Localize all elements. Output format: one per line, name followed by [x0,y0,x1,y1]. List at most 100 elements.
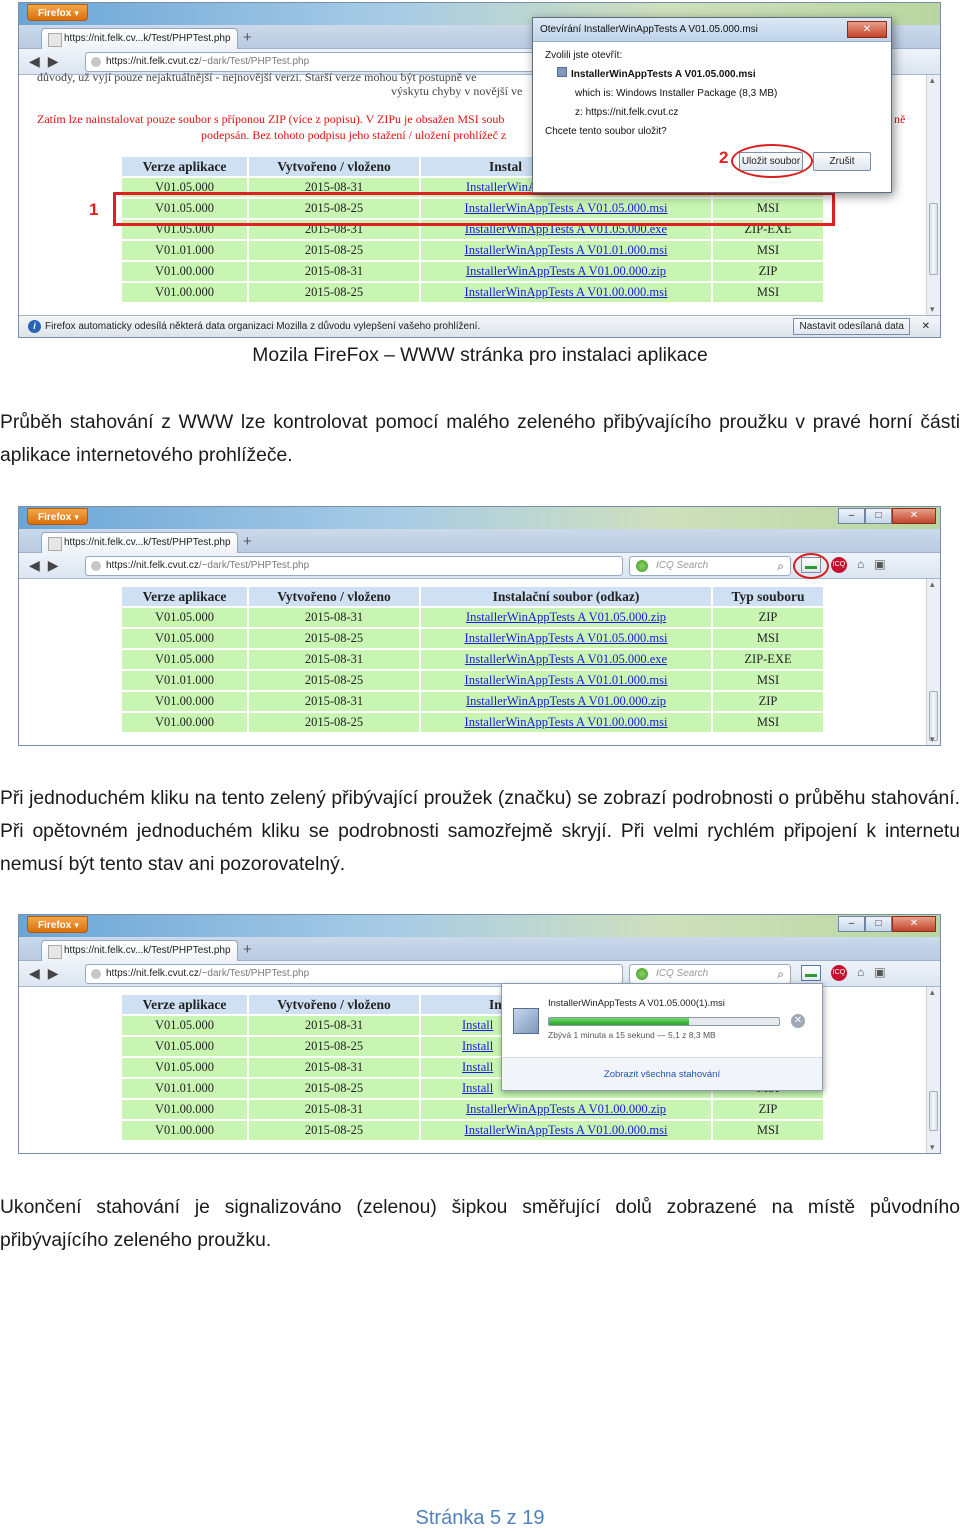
cell-date: 2015-08-25 [249,1121,419,1140]
paragraph-1: Průběh stahování z WWW lze kontrolovat p… [0,406,960,472]
close-icon[interactable]: ✕ [922,316,930,337]
col-installer: Instalační soubor (odkaz) [421,587,711,606]
firefox-menu-button[interactable]: Firefox [27,4,88,21]
download-filename: InstallerWinAppTests A V01.05.000(1).msi [548,998,725,1009]
icq-icon[interactable]: ICQ [831,965,847,981]
col-created: Vytvořeno / vloženo [249,995,419,1014]
new-tab-button[interactable]: + [243,30,252,46]
back-forward-icon[interactable]: ◀▶ [29,557,67,574]
page-number: Stránka 5 z 19 [415,1507,545,1529]
cell-version: V01.05.000 [122,629,247,648]
dialog-from-value: https://nit.felk.cvut.cz [585,107,679,118]
cell-version: V01.05.000 [122,608,247,627]
title-bar: Firefox – □ ✕ [19,915,940,937]
minimize-icon[interactable]: – [838,916,865,932]
download-panel: InstallerWinAppTests A V01.05.000(1).msi… [501,983,823,1091]
tab-phptest[interactable]: https://nit.felk.cv...k/Test/PHPTest.php [41,532,238,553]
scroll-thumb[interactable] [929,203,938,275]
notification-text: Firefox automaticky odesílá některá data… [45,321,481,332]
new-tab-button[interactable]: + [243,942,252,958]
msi-file-icon [557,67,567,77]
col-created: Vytvořeno / vloženo [249,157,419,176]
cell-type: MSI [713,1121,823,1140]
scrollbar[interactable] [926,987,940,1153]
cell-date: 2015-08-31 [249,650,419,669]
cell-version: V01.05.000 [122,650,247,669]
paragraph-1-text: Průběh stahování z WWW lze kontrolovat p… [0,412,960,466]
cell-type: MSI [713,671,823,690]
cell-date: 2015-08-25 [249,1037,419,1056]
col-version: Verze aplikace [122,995,247,1014]
minimize-icon[interactable]: – [838,508,865,524]
installer-link[interactable]: InstallerWinAppTests A V01.00.000.msi [421,283,711,302]
close-icon[interactable]: ✕ [847,21,887,38]
installer-link[interactable]: InstallerWinAppTests A V01.01.000.msi [421,671,711,690]
cell-date: 2015-08-31 [249,1058,419,1077]
installer-link[interactable]: InstallerWinAppTests A V01.05.000.exe [421,650,711,669]
installer-link[interactable]: InstallerWinAppTests A V01.00.000.zip [421,1100,711,1119]
back-forward-icon[interactable]: ◀▶ [29,965,67,982]
annotation-label-1: 1 [89,200,99,219]
cell-date: 2015-08-25 [249,241,419,260]
cell-version: V01.01.000 [122,1079,247,1098]
icq-icon[interactable]: ICQ [831,557,847,573]
url-bar[interactable]: https://nit.felk.cvut.cz/~dark/Test/PHPT… [85,964,623,984]
home-icon[interactable]: ⌂ [857,965,864,981]
dialog-from: z: https://nit.felk.cvut.cz [545,103,879,122]
page-note-2: výskytu chyby v novější ve [391,84,523,98]
cell-type: ZIP-EXE [713,650,823,669]
maximize-icon[interactable]: □ [865,916,892,932]
close-icon[interactable]: ✕ [892,508,936,524]
browser-screenshot-2: Firefox – □ ✕ https://nit.felk.cv...k/Te… [18,506,941,746]
home-icon[interactable]: ⌂ [857,557,864,573]
url-bar[interactable]: https://nit.felk.cvut.cz/~dark/Test/PHPT… [85,556,623,576]
scrollbar[interactable] [926,75,940,315]
installer-link[interactable]: InstallerWinAppTests A V01.00.000.zip [421,262,711,281]
firefox-menu-button[interactable]: Firefox [27,508,88,525]
cell-type: ZIP [713,1100,823,1119]
cancel-download-icon[interactable]: ✕ [791,1014,805,1028]
back-forward-icon[interactable]: ◀▶ [29,53,67,70]
firefox-menu-button[interactable]: Firefox [27,916,88,933]
cancel-button[interactable]: Zrušit [813,152,871,171]
installer-link[interactable]: InstallerWinAppTests A V01.05.000.msi [421,629,711,648]
bookmarks-icon[interactable]: ▣ [874,965,885,981]
cell-version: V01.00.000 [122,1121,247,1140]
paragraph-2: Při jednoduchém kliku na tento zelený př… [0,782,960,881]
title-bar: Firefox – □ ✕ [19,507,940,529]
notification-settings-button[interactable]: Nastavit odesílaná data [793,318,910,335]
dialog-filename: InstallerWinAppTests A V01.05.000.msi [545,65,879,84]
installer-link[interactable]: InstallerWinAppTests A V01.01.000.msi [421,241,711,260]
cell-version: V01.05.000 [122,1058,247,1077]
search-input[interactable]: ICQ Search [629,964,791,984]
show-all-downloads-link[interactable]: Zobrazit všechna stahování [502,1057,822,1090]
bookmarks-icon[interactable]: ▣ [874,557,885,573]
scroll-thumb[interactable] [929,691,938,741]
dialog-body: Zvolili jste otevřít: InstallerWinAppTes… [533,42,891,145]
maximize-icon[interactable]: □ [865,508,892,524]
close-icon[interactable]: ✕ [892,916,936,932]
installer-link[interactable]: InstallerWinAppTests A V01.00.000.msi [421,1121,711,1140]
window-controls: – □ ✕ [838,508,936,524]
download-progress-icon[interactable] [801,965,821,981]
installer-link[interactable]: InstallerWinAppTests A V01.00.000.msi [421,713,711,732]
download-status: Zbývá 1 minuta a 15 sekund — 5,1 z 8,3 M… [548,1030,716,1040]
cell-date: 2015-08-31 [249,692,419,711]
cell-type: MSI [713,283,823,302]
installer-link[interactable]: InstallerWinAppTests A V01.00.000.zip [421,692,711,711]
scrollbar[interactable] [926,579,940,745]
cell-date: 2015-08-31 [249,1016,419,1035]
cell-type: MSI [713,713,823,732]
browser-screenshot-1: Firefox https://nit.felk.cv...k/Test/PHP… [18,2,941,338]
cell-version: V01.05.000 [122,1016,247,1035]
new-tab-button[interactable]: + [243,534,252,550]
search-input[interactable]: ICQ Search [629,556,791,576]
tab-phptest[interactable]: https://nit.felk.cv...k/Test/PHPTest.php [41,28,238,49]
cell-date: 2015-08-31 [249,1100,419,1119]
installer-link[interactable]: InstallerWinAppTests A V01.05.000.zip [421,608,711,627]
cell-version: V01.00.000 [122,692,247,711]
scroll-thumb[interactable] [929,1091,938,1131]
red-warning-line-2b: ně [894,112,906,126]
tab-phptest[interactable]: https://nit.felk.cv...k/Test/PHPTest.php [41,940,238,961]
nav-bar: ◀▶ https://nit.felk.cvut.cz/~dark/Test/P… [19,553,940,579]
